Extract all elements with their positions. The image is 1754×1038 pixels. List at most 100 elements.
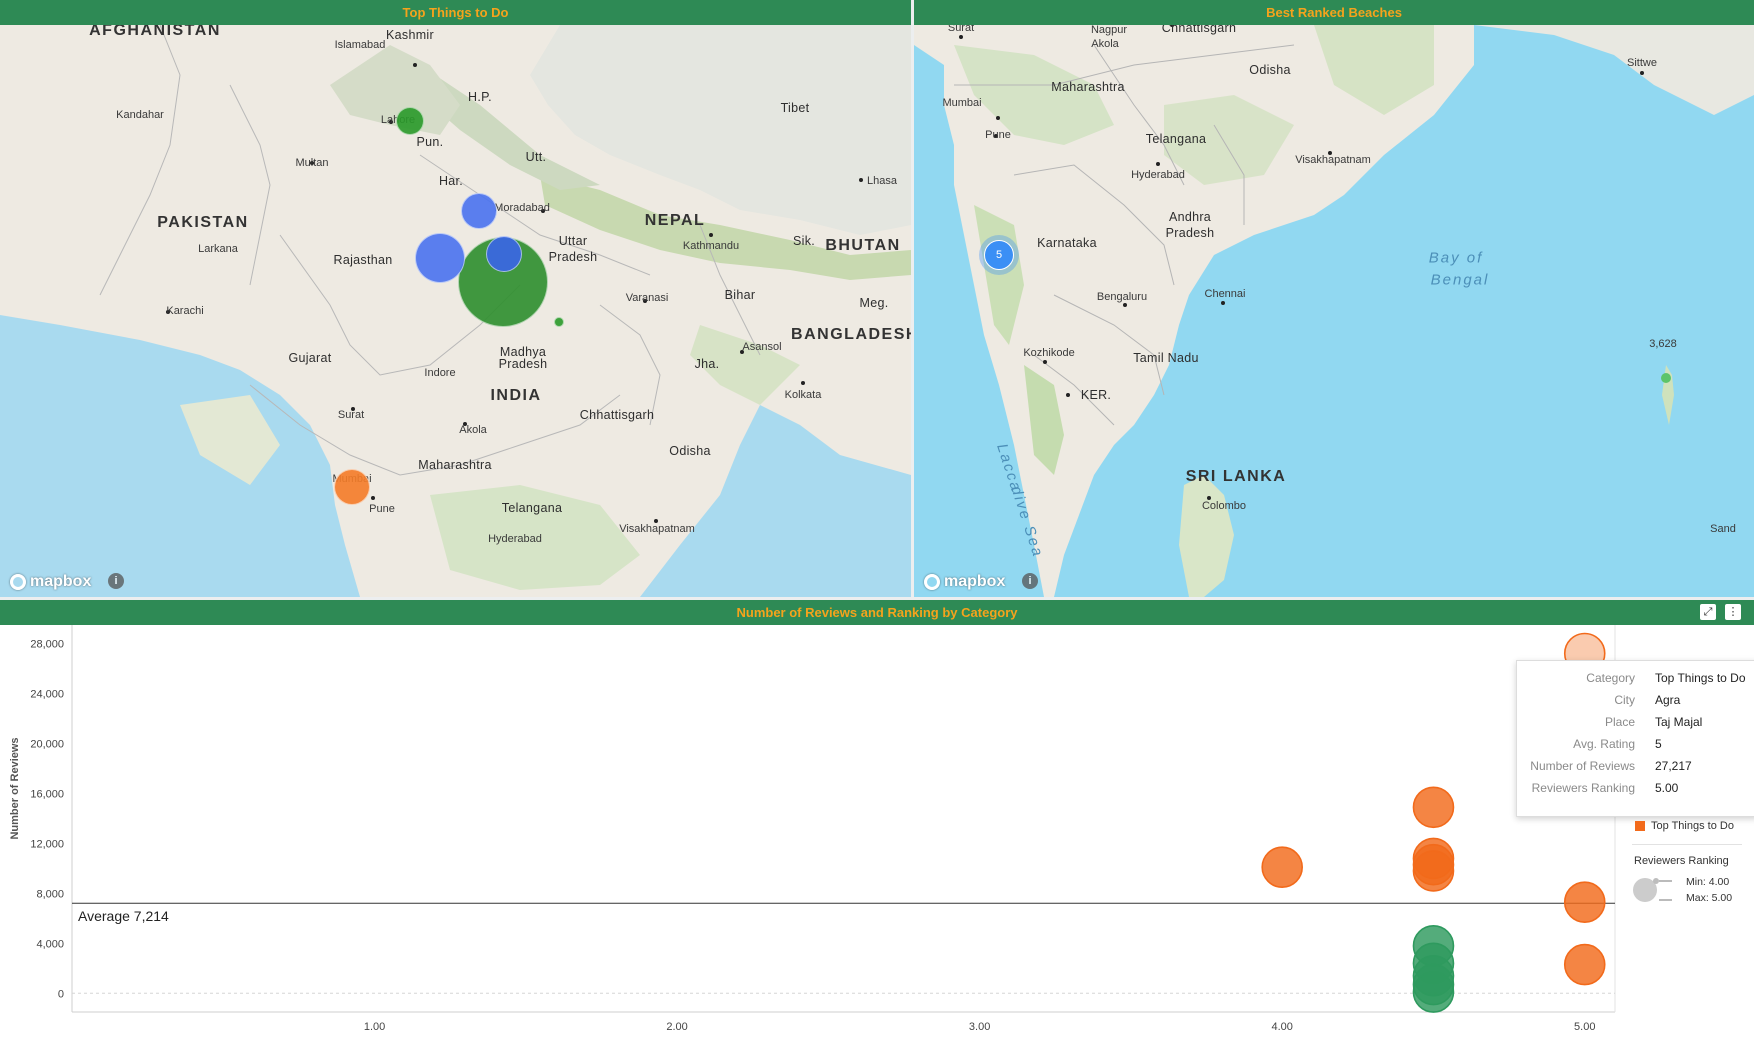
beaches-map-label: KER. [1080,388,1112,402]
info-icon[interactable]: i [1022,573,1038,589]
beaches-map-label: Sittwe [1627,57,1657,69]
tooltip-value: 5.00 [1655,781,1679,795]
top_things-map-label: Kolkata [784,389,822,401]
top_things-map-label: Gujarat [288,351,332,365]
top_things-map-label: PAKISTAN [157,214,249,231]
expand-icon[interactable]: ⤢ [1700,604,1716,620]
top_things-map-label: Meg. [859,296,889,310]
city-dot [1123,303,1127,307]
mapbox-ring-icon [10,574,26,590]
beaches-map-label: Chhattisgarh [1161,25,1237,35]
top_things-map-label: Hyderabad [488,533,542,545]
tooltip-row: City Agra [1517,693,1754,713]
map-bubble-marker[interactable] [415,233,465,283]
beaches-map-label: Karnataka [1037,236,1097,250]
y-tick-label: 16,000 [30,789,64,801]
scatter-point[interactable] [1563,943,1606,986]
scatter-point[interactable] [1412,971,1455,1013]
top-things-map-panel: Top Things to Do AFGHANISTAN Islamabad K… [0,0,911,597]
tooltip-key: Place [1604,715,1635,729]
legend-size-title: Reviewers Ranking [1634,855,1729,867]
city-dot [1043,360,1047,364]
panel-title: Best Ranked Beaches [914,0,1754,25]
top_things-map-label: Karachi [166,305,204,317]
beaches-map-label: Hyderabad [1131,169,1185,181]
city-dot [801,381,805,385]
legend-category-item[interactable]: Top Things to Do [1635,820,1734,832]
top_things-map-label: Rajasthan [333,253,393,267]
mapbox-wordmark: mapbox [30,573,92,590]
panel-title: Top Things to Do [0,0,911,25]
top_things-map-label: Pune [369,503,395,515]
y-tick-label: 24,000 [30,689,64,701]
tooltip-key: Number of Reviews [1530,759,1635,773]
map-canvas[interactable]: Surat Nagpur Chhattisgarh Akola Odisha Sittwe… [914,25,1754,597]
legend-divider [1632,844,1742,845]
beaches-map-label: Andhra [1168,210,1212,224]
map-bubble-marker[interactable] [461,193,497,229]
top_things-map-label: Pradesh [498,357,548,371]
tooltip-key: Category [1586,671,1635,685]
map-bubble-marker[interactable] [486,236,522,272]
top_things-map-label: Kandahar [116,109,164,121]
tooltip-key: City [1614,693,1635,707]
more-menu-icon[interactable]: ⋮ [1725,604,1741,620]
beaches-map-label: Maharashtra [1051,80,1125,94]
legend-category-label: Top Things to Do [1651,820,1734,832]
beach-point-marker[interactable] [1661,373,1671,383]
beaches-map-label: Bengaluru [1096,291,1148,303]
tooltip-key: Avg. Rating [1573,737,1635,751]
tooltip-value: 5 [1655,737,1662,751]
y-axis-title: Number of Reviews [9,737,21,839]
cluster-marker[interactable]: 5 [984,240,1014,270]
beaches-map-label: Bengal [1430,271,1490,289]
top_things-map-label: INDIA [490,387,542,404]
mapbox-ring-icon [924,574,940,590]
city-dot [709,233,713,237]
reviews-chart-panel: Number of Reviews and Ranking by Categor… [0,600,1754,1038]
city-dot [959,35,963,39]
x-tick-label: 5.00 [1574,1021,1595,1033]
tooltip-row: Avg. Rating 5 [1517,737,1754,757]
tooltip-value: Agra [1655,693,1681,707]
mapbox-logo[interactable]: mapbox [924,573,1005,591]
scatter-point[interactable] [1563,881,1606,923]
beaches-map-label: Tamil Nadu [1133,351,1199,365]
top_things-map-label: H.P. [468,90,492,104]
map-bubble-marker[interactable] [554,317,564,327]
scatter-point[interactable] [1412,850,1455,892]
top_things-map-label: BHUTAN [825,237,901,254]
y-tick-label: 12,000 [30,838,64,850]
beaches-map-label: Pradesh [1165,226,1215,240]
city-dot [859,178,863,182]
top_things-map-label: Telangana [501,501,563,515]
beaches-map-label: Colombo [1201,500,1247,512]
y-tick-label: 20,000 [30,739,64,751]
top_things-map-label: NEPAL [644,212,706,229]
scatter-point[interactable] [1261,846,1303,888]
y-tick-label: 0 [58,988,64,1000]
tooltip-value: Top Things to Do [1655,671,1746,685]
city-dot [1066,393,1070,397]
beaches-map-label: Bay of [1428,249,1484,267]
top_things-map-label: Sik. [792,234,816,248]
city-dot [1221,301,1225,305]
top_things-map-label: Har. [438,174,464,188]
top_things-map-label: Asansol [742,341,782,353]
city-dot [996,116,1000,120]
top_things-map-label: Kathmandu [682,240,740,252]
map-bubble-marker[interactable] [334,469,370,505]
map-canvas[interactable]: AFGHANISTANIslamabadKashmirKandaharLahor… [0,25,911,597]
beaches-map-label: Pune [985,129,1011,141]
mapbox-wordmark: mapbox [944,573,1006,590]
beaches-map-label: Nagpur [1090,25,1128,36]
top_things-map-label: Bihar [724,288,756,302]
beaches-map-label: Sand [1710,523,1736,535]
map-bubble-marker[interactable] [396,107,424,135]
x-tick-label: 3.00 [969,1021,990,1033]
top_things-map-label: Maharashtra [418,458,492,472]
tooltip-value: 27,217 [1655,759,1692,773]
mapbox-logo[interactable]: mapbox [10,573,91,591]
scatter-point[interactable] [1412,786,1455,829]
info-icon[interactable]: i [108,573,124,589]
